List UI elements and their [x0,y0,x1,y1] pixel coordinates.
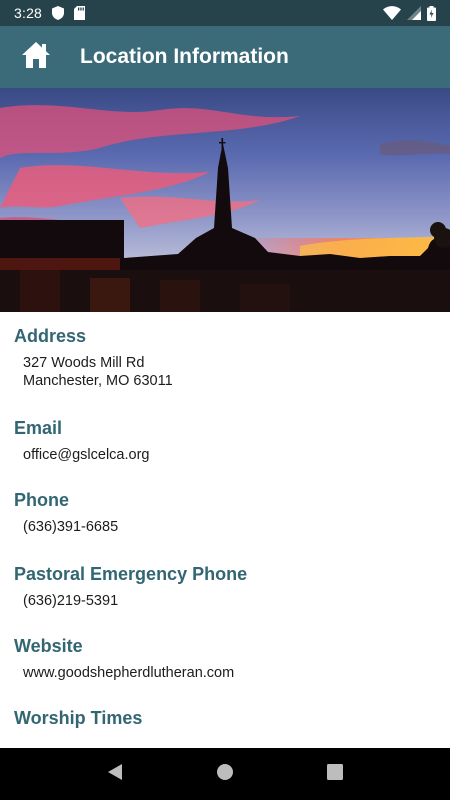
battery-charging-icon [427,5,436,21]
email-section: Email office@gslcelca.org [14,416,436,464]
recents-icon [327,763,343,785]
page-title: Location Information [80,45,289,68]
recents-button[interactable] [315,754,355,794]
location-details: Address 327 Woods Mill Rd Manchester, MO… [0,312,450,748]
pastoral-phone-label: Pastoral Emergency Phone [14,564,248,584]
address-value[interactable]: 327 Woods Mill Rd Manchester, MO 63011 [14,354,436,390]
website-link[interactable]: www.goodshepherdlutheran.com [14,664,436,682]
address-label: Address [14,326,87,346]
address-line-1: 327 Woods Mill Rd [23,355,145,371]
home-button[interactable] [0,26,72,88]
home-icon [21,41,51,74]
wifi-icon [383,6,401,20]
worship-times-section: Worship Times [14,706,436,730]
status-time: 3:28 [14,5,43,21]
address-line-2: Manchester, MO 63011 [23,373,173,389]
website-label: Website [14,636,83,656]
email-label: Email [14,418,63,438]
pastoral-phone-link[interactable]: (636)219-5391 [14,592,436,610]
pastoral-phone-section: Pastoral Emergency Phone (636)219-5391 [14,562,436,610]
email-link[interactable]: office@gslcelca.org [14,446,436,464]
system-home-button[interactable] [205,754,245,794]
app-bar: Location Information [0,26,450,88]
back-icon [106,763,124,786]
website-section: Website www.goodshepherdlutheran.com [14,634,436,682]
status-bar: 3:28 [0,0,450,26]
worship-times-label: Worship Times [14,708,143,728]
back-button[interactable] [95,754,135,794]
home-circle-icon [216,763,234,786]
phone-label: Phone [14,490,70,510]
sd-card-icon [74,6,86,20]
phone-link[interactable]: (636)391-6685 [14,518,436,536]
phone-section: Phone (636)391-6685 [14,488,436,536]
signal-icon [407,6,421,20]
system-nav-bar [0,748,450,800]
address-section: Address 327 Woods Mill Rd Manchester, MO… [14,324,436,390]
church-steeple-sunset-photo [0,88,450,312]
shield-icon [52,6,65,20]
